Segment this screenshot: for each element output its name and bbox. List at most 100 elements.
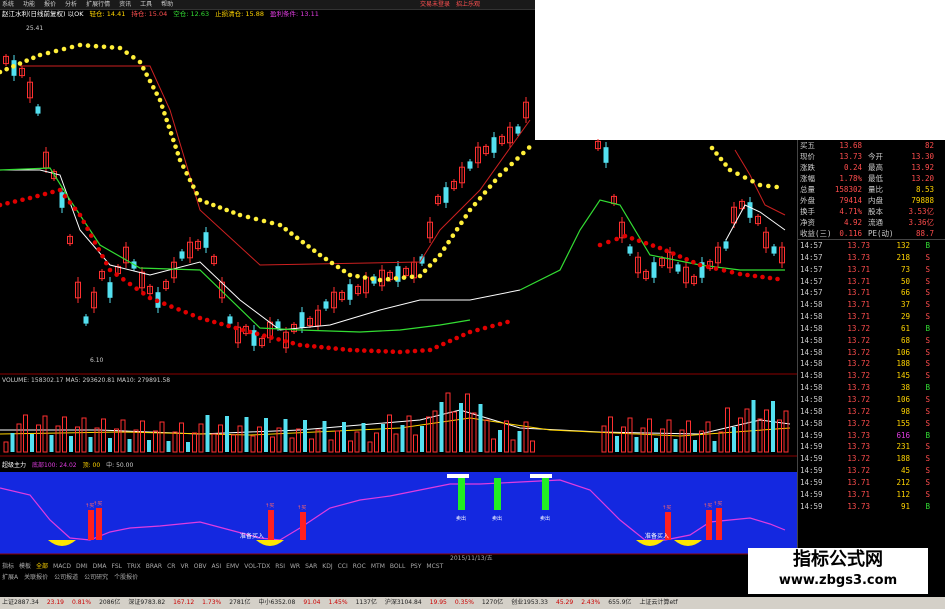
indicator-tab[interactable]: SAR	[305, 562, 317, 571]
indicator-tab[interactable]: CCI	[338, 562, 348, 571]
quote-v1: 0.24	[843, 163, 862, 172]
indicator-tab[interactable]: RSI	[275, 562, 285, 571]
yellow-dot	[151, 85, 156, 90]
tick-p: 13.71	[847, 300, 870, 310]
red-dot	[397, 349, 403, 355]
bottom-tab[interactable]: 公司报道	[54, 573, 78, 582]
red-dot	[35, 193, 40, 199]
volume-bar	[36, 424, 41, 453]
tick-row: 14:58 13.72 188 S	[798, 358, 945, 370]
volume-bar	[49, 435, 54, 452]
tick-row: 14:59 13.72 45 S	[798, 465, 945, 477]
red-dot	[721, 268, 727, 273]
volume-bar	[478, 404, 483, 452]
volume-bar	[335, 430, 340, 453]
yellow-dot	[211, 202, 216, 208]
volume-bar	[387, 414, 392, 453]
indicator-tab[interactable]: BOLL	[390, 562, 405, 571]
quote-v1: 0.116	[839, 229, 862, 238]
tick-p: 13.72	[847, 394, 870, 404]
volume-bar	[615, 436, 619, 452]
yellow-dot	[417, 273, 423, 279]
indicator-tab[interactable]: VOL-TDX	[244, 562, 270, 571]
volume-bar	[348, 440, 353, 453]
bottom-tab[interactable]: 关联报价	[24, 573, 48, 582]
indicator-tab[interactable]: MTM	[371, 562, 385, 571]
indicator-name[interactable]: 超级主力	[2, 460, 26, 469]
quote-l: 涨幅	[800, 174, 815, 183]
indicator-tab[interactable]: DMA	[93, 562, 107, 571]
indicator-tab[interactable]: EMV	[226, 562, 239, 571]
tick-row: 14:58 13.71 29 S	[798, 311, 945, 323]
indicator-tab[interactable]: VR	[180, 562, 188, 571]
tick-t: 14:59	[800, 430, 823, 440]
tick-vol: 212	[896, 477, 910, 487]
yellow-dot	[409, 274, 415, 280]
red-dot	[88, 233, 94, 238]
bottom-tab[interactable]: 个股报价	[114, 573, 138, 582]
yellow-dot	[311, 248, 317, 254]
volume-bar	[140, 420, 145, 453]
volume-bar	[81, 417, 87, 453]
bottom-tab[interactable]: 扩展A	[2, 573, 18, 582]
tick-p: 13.73	[847, 252, 870, 262]
yellow-dot	[277, 222, 283, 228]
volume-bar	[42, 415, 48, 453]
yellow-dot	[69, 44, 75, 50]
indicator-tab[interactable]: DMI	[76, 562, 88, 571]
indicator-tab[interactable]: CR	[167, 562, 175, 571]
indicator-tab[interactable]: 模板	[19, 562, 31, 571]
indicator-tab[interactable]: BRAR	[146, 562, 162, 571]
indicator-tab[interactable]: KDJ	[322, 562, 332, 571]
status-item: 655.9亿	[608, 599, 632, 606]
indicator-tab[interactable]: MCST	[426, 562, 443, 571]
tick-t: 14:59	[800, 477, 823, 487]
kline-chart[interactable]: ↑买↑买 ↑买 ↑买 ↑买 ↑买 ↑买卖出 卖出 卖出准备买入 准备买入 25.41 6.10	[0, 0, 797, 562]
volume-bar	[250, 435, 256, 453]
red-dot	[176, 307, 181, 312]
tick-list[interactable]: 14:57 13.73 132 B 14:57 13.73 218 S 14:57 13.71 73…	[798, 240, 945, 512]
red-dot	[92, 240, 98, 245]
yellow-dot	[757, 182, 763, 188]
red-dot	[691, 259, 696, 265]
candle-body	[651, 262, 657, 278]
tick-t: 14:58	[800, 406, 823, 416]
bottom-tab[interactable]: 公司研究	[84, 573, 108, 582]
tick-t: 14:57	[800, 276, 823, 286]
volume-bar	[147, 440, 151, 452]
indicator-tab[interactable]: ASI	[211, 562, 221, 571]
indicator-tab[interactable]: MACD	[53, 562, 71, 571]
volume-bar	[354, 431, 360, 453]
yellow-dot	[497, 172, 503, 178]
red-dot	[490, 323, 495, 329]
tick-vol: 68	[900, 335, 910, 345]
indicator-tab[interactable]: PSY	[410, 562, 421, 571]
indicator-tab[interactable]: ROC	[353, 562, 366, 571]
indicator-tab[interactable]: OBV	[194, 562, 207, 571]
indicator-tab[interactable]: 指标	[2, 562, 14, 571]
yellow-dot	[294, 235, 300, 241]
indicator-tab[interactable]: 全部	[36, 562, 48, 571]
candle-body	[299, 312, 305, 328]
yellow-dot	[526, 145, 532, 150]
yellow-dot	[144, 72, 149, 77]
tick-row: 14:59 13.72 188 S	[798, 453, 945, 465]
tick-vol: 112	[896, 489, 910, 499]
volume-bar	[381, 424, 385, 452]
tick-p: 13.73	[847, 430, 870, 440]
volume-bar	[120, 419, 126, 453]
red-dot	[461, 332, 466, 338]
yellow-dot	[168, 131, 174, 136]
red-dot	[127, 281, 133, 287]
indicator-tab[interactable]: WR	[290, 562, 300, 571]
tick-p: 13.71	[847, 477, 870, 487]
red-dot	[311, 344, 317, 349]
red-dot	[12, 199, 18, 204]
tick-vol: 106	[896, 394, 910, 404]
indicator-tab[interactable]: TRIX	[127, 562, 141, 571]
volume-bar	[647, 418, 652, 453]
yellow-dot	[709, 145, 715, 151]
indicator-tab[interactable]: FSL	[112, 562, 123, 571]
red-dot	[0, 202, 3, 208]
yellow-dot	[204, 200, 209, 205]
